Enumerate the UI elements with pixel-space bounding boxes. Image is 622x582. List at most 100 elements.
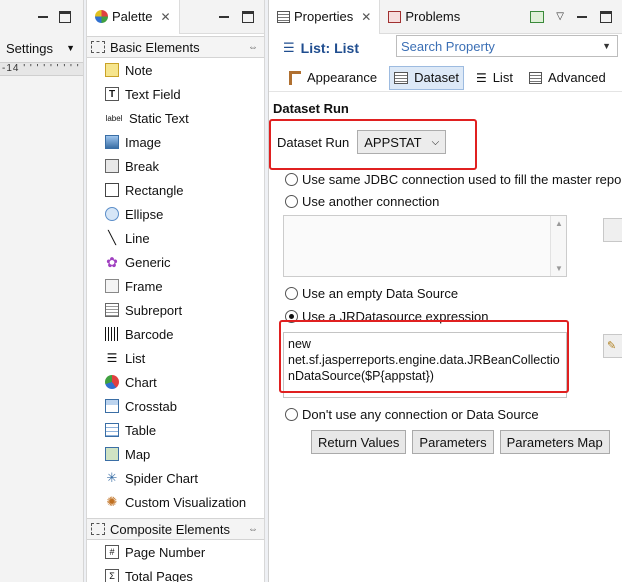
radio-button[interactable] [285,310,298,323]
option-no-connection[interactable]: Don't use any connection or Data Source [285,407,539,422]
palette-item-list[interactable]: ☰ List [87,346,264,370]
palette-item-label: Text Field [125,86,181,102]
dataset-run-select[interactable]: APPSTAT ⌵ [357,130,447,154]
palette-item-barcode[interactable]: Barcode [87,322,264,346]
generic-icon: ✿ [106,253,118,270]
expression-editor-button[interactable] [603,218,622,242]
text-field-icon: T [105,87,119,101]
radio-button[interactable] [285,195,298,208]
scroll-down-icon: ▼ [555,264,563,273]
palette-item-page-number[interactable]: # Page Number [87,540,264,564]
subreport-icon [105,303,119,317]
palette-item-frame[interactable]: Frame [87,274,264,298]
maximize-icon[interactable] [242,10,254,23]
palette-item-label: Static Text [129,110,189,126]
palette-group-basic[interactable]: Basic Elements ⇔ [87,36,264,58]
radio-button[interactable] [285,408,298,421]
dataset-run-value: APPSTAT [364,134,422,150]
search-property-combo[interactable]: Search Property ▼ [396,35,618,57]
minimize-icon[interactable] [218,11,230,23]
palette-item-spider-chart[interactable]: ✳ Spider Chart [87,466,264,490]
palette-item-generic[interactable]: ✿ Generic [87,250,264,274]
return-values-button[interactable]: Return Values [311,430,407,454]
collapse-arrows-icon[interactable]: ⇔ [248,42,258,53]
minimize-icon[interactable] [576,11,588,23]
palette-item-static-text[interactable]: label Static Text [87,106,264,130]
palette-item-break[interactable]: Break [87,154,264,178]
expression-line: net.sf.jasperreports.engine.data.JRBeanC… [288,353,560,367]
palette-item-label: Frame [125,278,163,294]
tab-problems[interactable]: Problems [380,0,468,34]
palette-item-label: Break [125,158,159,174]
parameters-button[interactable]: Parameters [412,430,494,454]
option-jrdatasource[interactable]: Use a JRDatasource expression [285,309,488,324]
palette-tabbar: Palette ✕ [87,0,264,34]
parameters-map-button[interactable]: Parameters Map [499,430,610,454]
palette-item-image[interactable]: Image [87,130,264,154]
maximize-icon[interactable] [600,10,612,23]
search-input[interactable]: Search Property [401,39,495,54]
table-icon [105,423,119,437]
ellipse-icon [105,207,119,221]
list-icon: ☰ [106,351,118,365]
image-icon [105,135,119,149]
option-another-connection[interactable]: Use another connection [285,194,439,209]
tab-palette[interactable]: Palette ✕ [87,0,180,34]
palette-item-rectangle[interactable]: Rectangle [87,178,264,202]
pin-icon[interactable] [530,10,545,23]
palette-item-crosstab[interactable]: Crosstab [87,394,264,418]
break-icon [105,159,119,173]
chevron-down-icon[interactable]: ▼ [602,41,611,51]
option-same-connection[interactable]: Use same JDBC connection used to fill th… [285,172,621,187]
scrollbar[interactable]: ▲ ▼ [550,216,566,276]
palette-item-label: Total Pages [125,568,193,582]
maximize-icon[interactable] [59,11,71,23]
palette-item-label: Crosstab [125,398,178,414]
tab-dataset[interactable]: Dataset [389,65,464,90]
tab-list[interactable]: ☰ List [472,66,517,90]
radio-button[interactable] [285,287,298,300]
jrdatasource-expression-field[interactable]: new net.sf.jasperreports.engine.data.JRB… [283,332,567,398]
connection-expression-field[interactable]: ▲ ▼ [283,215,567,277]
map-icon [105,447,119,461]
properties-panel: Properties ✕ Problems ▽ ☰ List: List Sea… [268,0,622,582]
barcode-icon [105,327,119,341]
minimize-icon[interactable] [37,11,49,23]
properties-tabbar: Properties ✕ Problems ▽ [269,0,622,34]
view-menu-icon[interactable]: ▽ [556,11,564,22]
palette-item-table[interactable]: Table [87,418,264,442]
palette-item-line[interactable]: ╲ Line [87,226,264,250]
palette-item-custom-visualization[interactable]: ✺ Custom Visualization [87,490,264,514]
section-title: Dataset Run [273,101,349,116]
tab-properties[interactable]: Properties ✕ [269,0,381,34]
palette-group-composite[interactable]: Composite Elements ⇔ [87,518,264,540]
palette-item-chart[interactable]: Chart [87,370,264,394]
palette-item-ellipse[interactable]: Ellipse [87,202,264,226]
settings-dropdown[interactable]: Settings ▼ [0,34,83,62]
palette-item-text-field[interactable]: T Text Field [87,82,264,106]
palette-item-label: Table [125,422,157,438]
palette-item-note[interactable]: Note [87,58,264,82]
palette-icon [95,10,108,23]
chart-icon [105,375,119,389]
close-icon[interactable]: ✕ [160,10,170,24]
palette-item-total-pages[interactable]: Σ Total Pages [87,564,264,582]
tab-appearance[interactable]: Appearance [285,66,381,90]
edit-expression-button[interactable]: ✎ [603,334,622,358]
palette-item-label: Barcode [125,326,174,342]
palette-item-subreport[interactable]: Subreport [87,298,264,322]
option-empty-datasource[interactable]: Use an empty Data Source [285,286,458,301]
collapse-arrows-icon[interactable]: ⇔ [248,524,258,535]
palette-item-label: Ellipse [125,206,164,222]
problems-icon [388,10,402,23]
palette-item-label: Spider Chart [125,470,198,486]
palette-group-label: Composite Elements [110,521,230,537]
crosstab-icon [105,399,119,413]
close-icon[interactable]: ✕ [361,10,371,24]
palette-item-map[interactable]: Map [87,442,264,466]
radio-button[interactable] [285,173,298,186]
palette-item-label: Custom Visualization [125,494,247,510]
ruler: -14 ' ' ' ' ' ' ' ' ' [0,62,83,76]
tab-advanced[interactable]: Advanced [525,66,610,90]
tab-appearance-label: Appearance [307,70,378,85]
